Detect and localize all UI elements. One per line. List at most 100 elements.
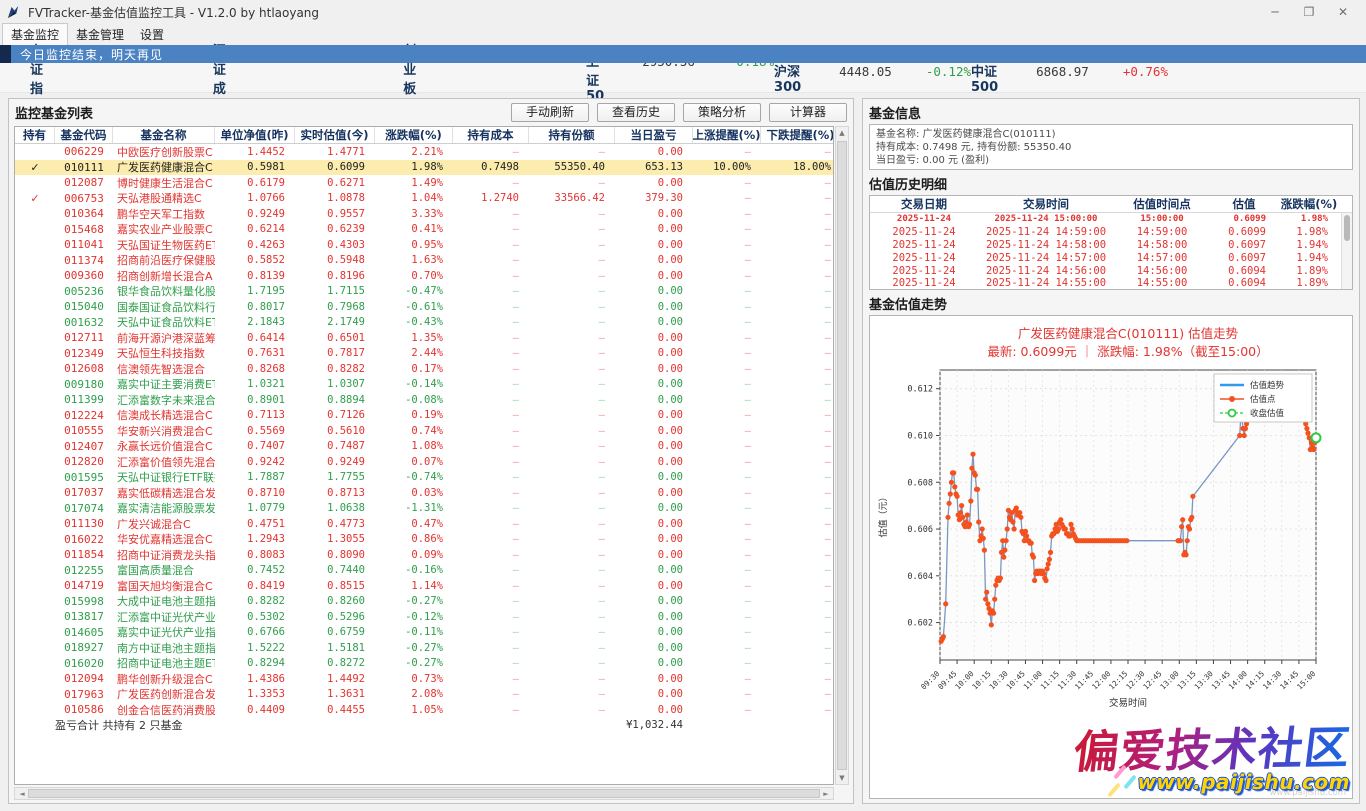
fund-row[interactable]: 016020招商中证电池主题ETF0.82940.8272-0.27%––0.0… bbox=[15, 656, 833, 672]
fund-row[interactable]: 016022华安优嘉精选混合C1.29431.30550.86%––0.00–– bbox=[15, 532, 833, 548]
column-header[interactable]: 持有成本 bbox=[453, 127, 529, 143]
scroll-right-icon[interactable]: ► bbox=[822, 790, 830, 798]
fund-row[interactable]: 012407永赢长远价值混合C0.74070.74871.08%––0.00–– bbox=[15, 439, 833, 455]
fund-row[interactable]: 010555华安新兴消费混合C0.55690.56100.74%––0.00–– bbox=[15, 423, 833, 439]
down-alert-cell: – bbox=[761, 547, 834, 563]
fund-row[interactable]: 017037嘉实低碳精选混合发0.87100.87130.03%––0.00–– bbox=[15, 485, 833, 501]
scroll-down-icon[interactable]: ▼ bbox=[836, 774, 848, 782]
nav-cell: 1.7887 bbox=[215, 470, 295, 486]
pct-cell: 1.08% bbox=[375, 439, 453, 455]
maximize-icon[interactable]: ❐ bbox=[1292, 1, 1326, 23]
column-header[interactable]: 单位净值(昨) bbox=[215, 127, 295, 143]
history-column-header[interactable]: 估值时间点 bbox=[1114, 196, 1210, 212]
history-row[interactable]: 2025-11-242025-11-24 14:59:0014:59:000.6… bbox=[870, 226, 1352, 239]
name-cell: 中欧医疗创新股票C bbox=[113, 144, 215, 160]
hscroll-thumb[interactable] bbox=[28, 789, 820, 798]
history-row[interactable]: 2025-11-242025-11-24 14:55:0014:55:000.6… bbox=[870, 277, 1352, 290]
vscroll-thumb[interactable] bbox=[837, 141, 847, 770]
fund-row[interactable]: 012608信澳领先智选混合0.82680.82820.17%––0.00–– bbox=[15, 361, 833, 377]
history-row[interactable]: 2025-11-242025-11-24 14:58:0014:58:000.6… bbox=[870, 239, 1352, 252]
fund-table-vscrollbar[interactable]: ▲ ▼ bbox=[835, 126, 849, 785]
index-change: -0.12% bbox=[926, 64, 971, 79]
fund-row[interactable]: 014719富国天旭均衡混合C0.84190.85151.14%––0.00–– bbox=[15, 578, 833, 594]
shares-cell: – bbox=[529, 656, 615, 672]
close-icon[interactable]: ✕ bbox=[1326, 1, 1360, 23]
app-icon bbox=[6, 5, 21, 20]
fund-row[interactable]: 005236银华食品饮料量化股1.71951.7115-0.47%––0.00–… bbox=[15, 284, 833, 300]
column-header[interactable]: 实时估值(今) bbox=[295, 127, 375, 143]
strategy-analysis-button[interactable]: 策略分析 bbox=[683, 103, 761, 122]
index-name: 中证500 bbox=[971, 61, 998, 95]
history-row[interactable]: 2025-11-242025-11-24 15:00:0015:00:000.6… bbox=[870, 213, 1352, 226]
column-header[interactable]: 持有 bbox=[15, 127, 55, 143]
nav-cell: 0.8710 bbox=[215, 485, 295, 501]
column-header[interactable]: 当日盈亏 bbox=[615, 127, 693, 143]
fund-row[interactable]: 018927南方中证电池主题指1.52221.5181-0.27%––0.00–… bbox=[15, 640, 833, 656]
pnl-cell: 0.00 bbox=[615, 470, 693, 486]
fund-row[interactable]: 017074嘉实清洁能源股票发1.07791.0638-1.31%––0.00–… bbox=[15, 501, 833, 517]
fund-row[interactable]: 011041天弘国证生物医药ETF0.42630.43030.95%––0.00… bbox=[15, 237, 833, 253]
scroll-left-icon[interactable]: ◄ bbox=[18, 790, 26, 798]
up-alert-cell: – bbox=[693, 594, 761, 610]
column-header[interactable]: 下跌提醒(%) bbox=[761, 127, 834, 143]
history-column-header[interactable]: 涨跌幅(%) bbox=[1278, 196, 1340, 212]
fund-row[interactable]: 012349天弘恒生科技指数0.76310.78172.44%––0.00–– bbox=[15, 346, 833, 362]
fund-row[interactable]: ✓010111广发医药健康混合C0.59810.60991.98%0.74985… bbox=[15, 160, 833, 176]
up-alert-cell: – bbox=[693, 485, 761, 501]
history-scroll-thumb[interactable] bbox=[1344, 215, 1350, 241]
minimize-icon[interactable]: ─ bbox=[1258, 1, 1292, 23]
index-name: 沪深300 bbox=[774, 61, 801, 95]
column-header[interactable]: 基金名称 bbox=[113, 127, 215, 143]
view-history-button[interactable]: 查看历史 bbox=[597, 103, 675, 122]
fund-row[interactable]: 011399汇添富数字未来混合A0.89010.8894-0.08%––0.00… bbox=[15, 392, 833, 408]
fund-row[interactable]: 010586创金合信医药消费股0.44090.44551.05%––0.00–– bbox=[15, 702, 833, 718]
fund-row[interactable]: 009180嘉实中证主要消费ETF1.03211.0307-0.14%––0.0… bbox=[15, 377, 833, 393]
fund-row[interactable]: 015468嘉实农业产业股票C0.62140.62390.41%––0.00–– bbox=[15, 222, 833, 238]
history-column-header[interactable]: 估值 bbox=[1210, 196, 1278, 212]
fund-row[interactable]: 011130广发兴诚混合C0.47510.47730.47%––0.00–– bbox=[15, 516, 833, 532]
fund-row[interactable]: 012224信澳成长精选混合C0.71130.71260.19%––0.00–– bbox=[15, 408, 833, 424]
fund-row[interactable]: 014605嘉实中证光伏产业指0.67660.6759-0.11%––0.00–… bbox=[15, 625, 833, 641]
fund-row[interactable]: 011374招商前沿医疗保健股0.58520.59481.63%––0.00–– bbox=[15, 253, 833, 269]
fund-row[interactable]: 012087博时健康生活混合C0.61790.62711.49%––0.00–– bbox=[15, 175, 833, 191]
fund-row[interactable]: 012711前海开源沪港深蓝筹0.64140.65011.35%––0.00–– bbox=[15, 330, 833, 346]
history-row[interactable]: 2025-11-242025-11-24 14:56:0014:56:000.6… bbox=[870, 264, 1352, 277]
fund-info-title: 基金信息 bbox=[869, 103, 1353, 122]
fund-row[interactable]: 010364鹏华空天军工指数0.92490.95573.33%––0.00–– bbox=[15, 206, 833, 222]
fund-row[interactable]: 001632天弘中证食品饮料ETF2.18432.1749-0.43%––0.0… bbox=[15, 315, 833, 331]
fund-row[interactable]: 013817汇添富中证光伏产业0.53020.5296-0.12%––0.00–… bbox=[15, 609, 833, 625]
fund-row[interactable]: 012255富国高质量混合0.74520.7440-0.16%––0.00–– bbox=[15, 563, 833, 579]
fund-row[interactable]: 001595天弘中证银行ETF联接1.78871.7755-0.74%––0.0… bbox=[15, 470, 833, 486]
scroll-up-icon[interactable]: ▲ bbox=[836, 129, 848, 137]
history-scrollbar[interactable] bbox=[1341, 213, 1352, 289]
calculator-button[interactable]: 计算器 bbox=[769, 103, 847, 122]
fund-info-line-cost: 持有成本: 0.7498 元, 持有份额: 55350.40 bbox=[876, 141, 1346, 154]
history-column-header[interactable]: 交易日期 bbox=[870, 196, 978, 212]
fund-row[interactable]: 006229中欧医疗创新股票C1.44521.47712.21%––0.00–– bbox=[15, 144, 833, 160]
fund-row[interactable]: 015040国泰国证食品饮料行0.80170.7968-0.61%––0.00–… bbox=[15, 299, 833, 315]
fund-row[interactable]: 012094鹏华创新升级混合C1.43861.44920.73%––0.00–– bbox=[15, 671, 833, 687]
name-cell: 富国高质量混合 bbox=[113, 563, 215, 579]
pnl-cell: 0.00 bbox=[615, 439, 693, 455]
fund-row[interactable]: 009360招商创新增长混合A0.81390.81960.70%––0.00–– bbox=[15, 268, 833, 284]
fund-row[interactable]: 012820汇添富价值领先混合0.92420.92490.07%––0.00–– bbox=[15, 454, 833, 470]
pct-cell: -0.27% bbox=[375, 656, 453, 672]
code-cell: 012407 bbox=[55, 439, 113, 455]
fund-row[interactable]: 011854招商中证消费龙头指0.80830.80900.09%––0.00–– bbox=[15, 547, 833, 563]
column-header[interactable]: 上涨提醒(%) bbox=[693, 127, 761, 143]
est-cell: 0.7126 bbox=[295, 408, 375, 424]
up-alert-cell: – bbox=[693, 346, 761, 362]
manual-refresh-button[interactable]: 手动刷新 bbox=[511, 103, 589, 122]
history-row[interactable]: 2025-11-242025-11-24 14:57:0014:57:000.6… bbox=[870, 251, 1352, 264]
fund-row[interactable]: 017963广发医药创新混合发1.33531.36312.08%––0.00–– bbox=[15, 687, 833, 703]
fund-table-hscrollbar[interactable]: ◄ ► bbox=[14, 787, 834, 800]
pct-cell: 0.09% bbox=[375, 547, 453, 563]
fund-row[interactable]: 015998大成中证电池主题指0.82820.8260-0.27%––0.00–… bbox=[15, 594, 833, 610]
fund-row[interactable]: ✓006753天弘港股通精选C1.07661.08781.04%1.274033… bbox=[15, 191, 833, 207]
column-header[interactable]: 涨跌幅(%) bbox=[375, 127, 453, 143]
column-header[interactable]: 持有份额 bbox=[529, 127, 615, 143]
pnl-cell: 0.00 bbox=[615, 361, 693, 377]
history-column-header[interactable]: 交易时间 bbox=[978, 196, 1114, 212]
column-header[interactable]: 基金代码 bbox=[55, 127, 113, 143]
held-cell bbox=[15, 578, 55, 594]
